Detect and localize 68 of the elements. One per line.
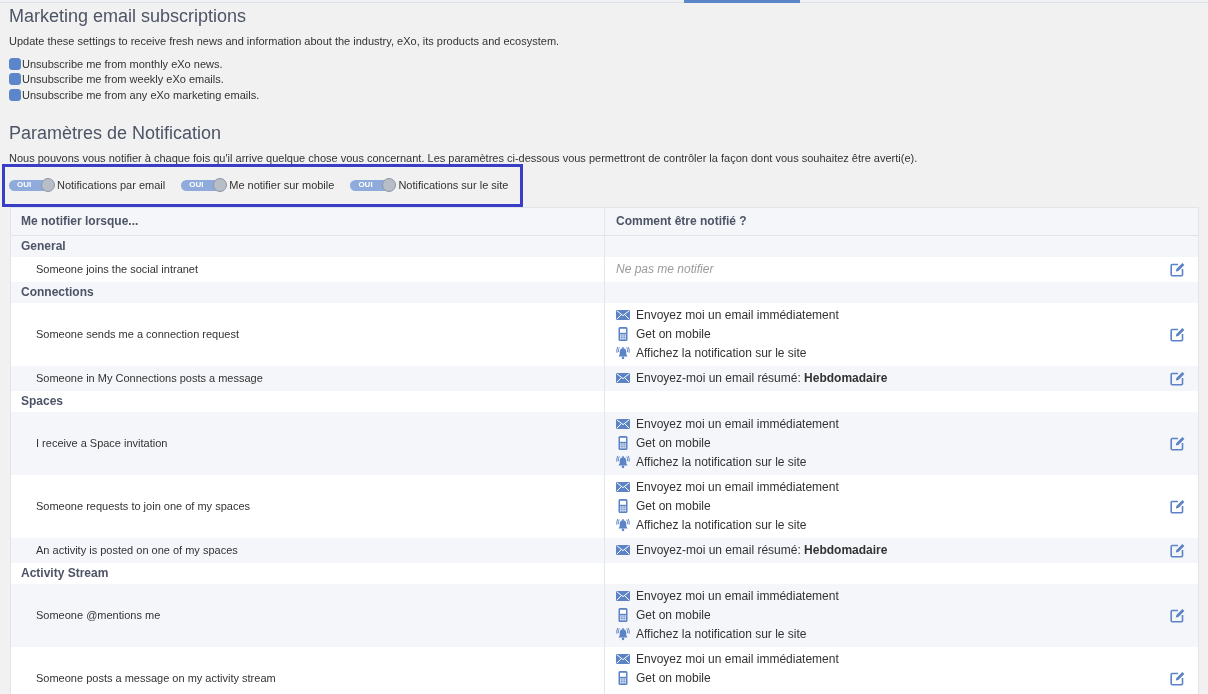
mobile-phone-icon	[618, 436, 628, 450]
mobile-phone-icon	[618, 608, 628, 622]
channel-label: Envoyez-moi un email résumé: Hebdomadaire	[636, 371, 888, 385]
channel-label: Get on mobile	[636, 499, 711, 513]
group-title: General	[21, 239, 66, 253]
edit-icon[interactable]	[1170, 435, 1185, 451]
envelope-icon	[616, 654, 630, 664]
event-label: Someone sends me a connection request	[36, 328, 240, 340]
section-title: Paramètres de Notification	[9, 121, 223, 144]
envelope-icon	[616, 419, 630, 429]
section-title: Marketing email subscriptions	[9, 5, 248, 27]
edit-icon[interactable]	[1170, 542, 1185, 558]
channel-label: Envoyez moi un email immédiatement	[636, 652, 839, 666]
edit-icon[interactable]	[1170, 326, 1185, 342]
column-header: Me notifier lorsque...	[21, 214, 139, 228]
channel-label: Ne pas me notifier	[616, 262, 714, 276]
channel-label: Affichez la notification sur le site	[636, 346, 807, 360]
checkbox[interactable]	[9, 57, 21, 70]
channel-label: Affichez la notification sur le site	[636, 518, 807, 532]
edit-icon[interactable]	[1170, 498, 1185, 514]
envelope-icon	[616, 545, 630, 555]
channel-label: Envoyez moi un email immédiatement	[636, 589, 839, 603]
mobile-phone-icon	[618, 499, 628, 513]
bell-icon	[616, 518, 630, 532]
channel-label: Envoyez moi un email immédiatement	[636, 308, 839, 322]
bell-icon	[616, 455, 630, 469]
channel-label: Envoyez moi un email immédiatement	[636, 417, 839, 431]
event-label: Someone @mentions me	[36, 609, 161, 621]
envelope-icon	[616, 591, 630, 601]
event-label: Someone joins the social intranet	[36, 263, 199, 275]
checkbox[interactable]	[9, 88, 21, 101]
edit-icon[interactable]	[1170, 261, 1185, 277]
channel-label: Envoyez moi un email immédiatement	[636, 480, 839, 494]
mobile-phone-icon	[618, 327, 628, 341]
checkbox[interactable]	[9, 73, 21, 86]
group-title: Activity Stream	[21, 566, 109, 580]
section-description: Nous pouvons vous notifier à chaque fois qu'il arrive quelque chose vous concernant. Les paramètres ci-dessous vous permettront de contrôler la façon dont vous souhaitez être averti(e).	[9, 150, 919, 165]
event-label: An activity is posted on one of my spaces	[36, 544, 238, 556]
envelope-icon	[616, 373, 630, 383]
toggle-label: Me notifier sur mobile	[229, 179, 335, 191]
column-header: Comment être notifié ?	[616, 214, 747, 228]
edit-icon[interactable]	[1170, 607, 1185, 623]
checkbox-label: Unsubscribe me from weekly eXo emails.	[22, 73, 224, 86]
group-title: Connections	[21, 285, 94, 299]
bell-icon	[616, 627, 630, 641]
section-description: Update these settings to receive fresh news and information about the industry, eXo, its products and ecosystem.	[9, 34, 561, 48]
bell-icon	[616, 346, 630, 360]
envelope-icon	[616, 482, 630, 492]
event-label: Someone in My Connections posts a message	[36, 372, 263, 384]
checkbox-label: Unsubscribe me from any eXo marketing emails.	[22, 88, 260, 101]
channel-label: Envoyez-moi un email résumé: Hebdomadaire	[636, 543, 888, 557]
channel-label: Affichez la notification sur le site	[636, 627, 807, 641]
event-label: I receive a Space invitation	[36, 437, 168, 449]
mobile-phone-icon	[618, 671, 628, 685]
channel-label: Affichez la notification sur le site	[636, 455, 807, 469]
edit-icon[interactable]	[1170, 370, 1185, 386]
checkbox-label: Unsubscribe me from monthly eXo news.	[22, 57, 223, 70]
toggle-label: Notifications sur le site	[398, 179, 509, 191]
channel-label: Get on mobile	[636, 671, 711, 685]
toggle-label: Notifications par email	[57, 179, 166, 191]
event-label: Someone requests to join one of my spaces	[36, 500, 250, 512]
envelope-icon	[616, 310, 630, 320]
group-title: Spaces	[21, 394, 64, 408]
channel-label: Get on mobile	[636, 436, 711, 450]
event-label: Someone posts a message on my activity stream	[36, 672, 276, 684]
edit-icon[interactable]	[1170, 670, 1185, 686]
channel-label: Get on mobile	[636, 327, 711, 341]
channel-label: Get on mobile	[636, 608, 711, 622]
